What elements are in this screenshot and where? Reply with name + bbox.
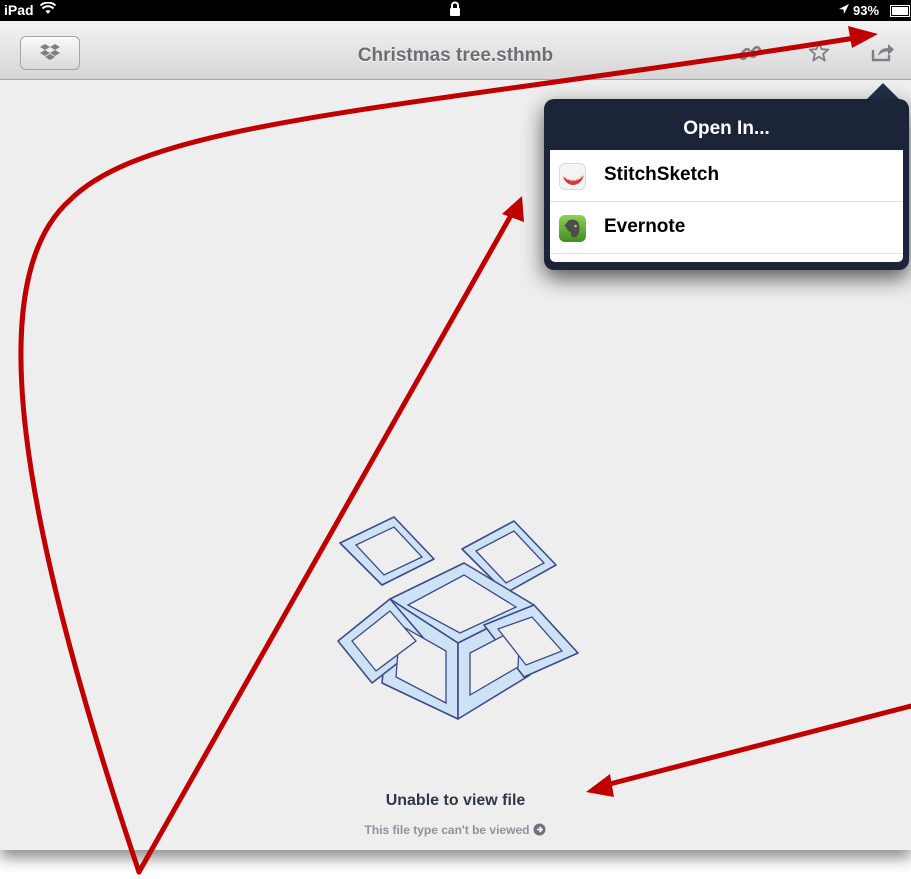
lock-icon xyxy=(449,1,461,20)
status-carrier: iPad xyxy=(4,2,34,18)
share-icon[interactable] xyxy=(870,41,896,68)
popover-title: Open In... xyxy=(683,118,770,139)
open-in-item-label: Evernote xyxy=(604,216,686,237)
ipad-screen: iPad 93% Christmas tree.sthmb Open In...… xyxy=(0,0,911,850)
open-in-popover: Open In... StitchSketch Evernote xyxy=(544,99,909,270)
open-box-illustration xyxy=(337,516,579,720)
popover-arrow xyxy=(866,83,900,100)
open-in-item-stitchsketch[interactable]: StitchSketch xyxy=(550,150,903,202)
open-in-item-evernote[interactable]: Evernote xyxy=(550,202,903,254)
status-bar: iPad 93% xyxy=(0,0,911,21)
empty-state-subtitle[interactable]: This file type can't be viewed xyxy=(0,823,911,837)
stitchsketch-app-icon xyxy=(559,163,586,190)
link-icon[interactable] xyxy=(738,41,762,70)
toolbar: Christmas tree.sthmb xyxy=(0,21,911,80)
info-arrow-icon[interactable] xyxy=(533,823,546,836)
evernote-app-icon xyxy=(559,215,586,242)
battery-icon xyxy=(890,5,910,17)
empty-state-subtitle-text: This file type can't be viewed xyxy=(364,823,530,837)
location-arrow-icon xyxy=(838,3,850,18)
empty-state-title: Unable to view file xyxy=(385,792,526,809)
star-icon[interactable] xyxy=(808,41,830,68)
battery-percentage: 93% xyxy=(853,3,880,18)
open-in-list: StitchSketch Evernote xyxy=(550,150,903,262)
open-in-item-label: StitchSketch xyxy=(604,164,720,185)
file-title: Christmas tree.sthmb xyxy=(357,45,554,66)
wifi-icon xyxy=(39,1,57,19)
